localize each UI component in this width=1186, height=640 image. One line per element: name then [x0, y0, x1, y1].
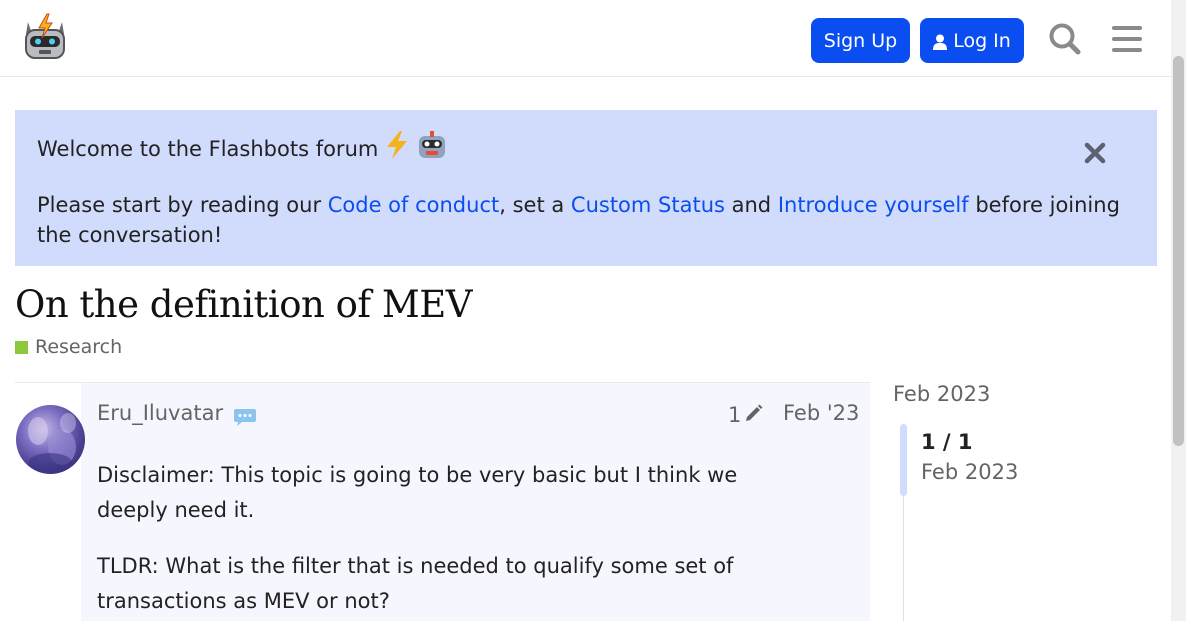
edit-history-button[interactable]: 1 [728, 403, 763, 427]
sign-up-button[interactable]: Sign Up [811, 18, 910, 63]
post-date[interactable]: Feb '23 [783, 401, 859, 425]
category-color-swatch [15, 340, 28, 354]
hamburger-menu-icon[interactable] [1108, 20, 1146, 58]
post-paragraph: TLDR: What is the filter that is needed … [97, 554, 734, 613]
post-paragraph: Disclaimer: This topic is going to be ve… [97, 463, 738, 522]
lightning-bolt-icon [384, 130, 410, 168]
welcome-banner: Welcome to the Flashbots forum Please st… [15, 110, 1157, 266]
topic-title[interactable]: On the definition of MEV [15, 283, 472, 326]
code-of-conduct-link[interactable]: Code of conduct [328, 193, 499, 217]
search-icon[interactable] [1046, 20, 1084, 58]
user-icon [933, 33, 948, 50]
introduce-yourself-link[interactable]: Introduce yourself [778, 193, 969, 217]
post-content: Disclaimer: This topic is going to be ve… [97, 458, 797, 640]
category-label: Research [35, 336, 123, 358]
log-in-label: Log In [953, 29, 1011, 52]
site-header: Sign Up Log In [0, 0, 1171, 77]
banner-text-prefix: Please start by reading our [37, 193, 328, 217]
timeline-current-date: Feb 2023 [921, 460, 1019, 484]
speech-bubble-icon [233, 407, 257, 427]
log-in-button[interactable]: Log In [920, 18, 1024, 63]
banner-title: Welcome to the Flashbots forum [37, 130, 1135, 168]
scrollbar-thumb[interactable] [1173, 56, 1184, 446]
timeline-position: 1 / 1 [921, 430, 973, 454]
flashbots-logo-icon[interactable] [22, 12, 68, 62]
custom-status-link[interactable]: Custom Status [571, 193, 725, 217]
robot-icon [416, 130, 448, 168]
banner-text-mid1: , set a [499, 193, 571, 217]
category-badge[interactable]: Research [15, 336, 122, 358]
banner-title-text: Welcome to the Flashbots forum [37, 137, 379, 161]
timeline-handle[interactable] [900, 424, 907, 496]
edit-count: 1 [728, 403, 742, 427]
post-username[interactable]: Eru_Iluvatar [97, 401, 223, 425]
close-icon[interactable] [1084, 142, 1106, 164]
banner-text-mid2: and [724, 193, 778, 217]
avatar[interactable] [16, 405, 85, 474]
timeline-start-date[interactable]: Feb 2023 [893, 382, 990, 406]
banner-body: Please start by reading our Code of cond… [37, 190, 1127, 250]
pencil-icon [745, 403, 763, 427]
